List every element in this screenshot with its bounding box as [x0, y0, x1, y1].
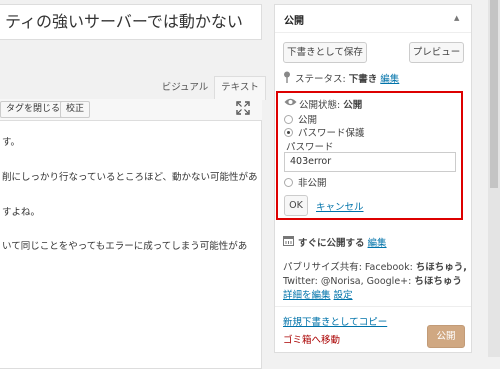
- publish-box-header[interactable]: [275, 5, 471, 33]
- password-label: パスワード: [286, 142, 334, 153]
- status-edit-link[interactable]: 編集: [380, 74, 399, 85]
- publicize-line-2: Twitter: @Norisa, Google+: ちほちゅう: [283, 273, 462, 287]
- divider: [275, 306, 471, 307]
- eye-icon: [284, 97, 297, 107]
- publicize-links: 詳細を編集 設定: [283, 287, 353, 301]
- visibility-label: 公開状態:: [299, 100, 341, 111]
- status-value: 下書き: [348, 74, 378, 85]
- publish-button[interactable]: 公開: [427, 325, 465, 348]
- editor-line: すよね。: [2, 207, 41, 218]
- save-draft-button[interactable]: 下書きとして保存: [283, 42, 367, 63]
- publicize-text: パブリサイズ共有: Facebook:: [283, 262, 416, 273]
- visibility-value: 公開: [343, 100, 363, 111]
- tab-text[interactable]: テキスト: [214, 76, 266, 100]
- copy-draft-link[interactable]: 新規下書きとしてコピー: [283, 314, 387, 328]
- post-title-input[interactable]: ティの強いサーバーでは動かない: [0, 4, 262, 40]
- schedule-edit-link[interactable]: 編集: [368, 238, 387, 249]
- radio-password[interactable]: パスワード保護: [284, 125, 365, 139]
- editor-textarea[interactable]: [0, 99, 262, 369]
- publicize-line-1: パブリサイズ共有: Facebook: ちほちゅう,: [283, 259, 467, 273]
- edit-details-link[interactable]: 詳細を編集: [283, 290, 331, 301]
- settings-link[interactable]: 設定: [334, 290, 353, 301]
- collapse-arrow-icon[interactable]: ▲: [454, 14, 459, 22]
- trash-link[interactable]: ゴミ箱へ移動: [283, 332, 340, 346]
- radio-label: パスワード保護: [298, 128, 365, 139]
- preview-button[interactable]: プレビュー: [409, 42, 464, 63]
- status-label: ステータス:: [295, 74, 346, 85]
- pin-icon: [283, 71, 291, 83]
- cancel-link[interactable]: キャンセル: [316, 199, 364, 213]
- publicize-account: ちほちゅう: [414, 276, 462, 287]
- radio-label: 非公開: [298, 178, 327, 189]
- tab-visual[interactable]: ビジュアル: [158, 78, 212, 98]
- radio-private[interactable]: 非公開: [284, 175, 327, 189]
- schedule-row: すぐに公開する 編集: [298, 235, 387, 249]
- editor-line: 削にしっかり行なっているところほど、動かない可能性があ: [2, 172, 258, 183]
- proofread-button[interactable]: 校正: [60, 101, 91, 118]
- publicize-text: Twitter: @Norisa, Google+:: [283, 276, 415, 287]
- schedule-label: すぐに公開する: [298, 238, 365, 249]
- radio-button[interactable]: [284, 178, 293, 187]
- publicize-account: ちほちゅう,: [415, 262, 467, 273]
- calendar-icon: [283, 235, 294, 246]
- editor-line: す。: [2, 137, 21, 148]
- radio-button[interactable]: [284, 115, 293, 124]
- radio-button[interactable]: [284, 128, 293, 137]
- status-row: ステータス: 下書き 編集: [295, 71, 399, 85]
- editor-line: いて同じことをやってもエラーに成ってしまう可能性があ: [2, 241, 248, 252]
- close-tags-button[interactable]: タグを閉じる: [0, 101, 67, 118]
- fullscreen-icon[interactable]: [236, 101, 250, 115]
- visibility-row: 公開状態: 公開: [299, 97, 362, 111]
- ok-button[interactable]: OK: [284, 195, 308, 216]
- radio-public[interactable]: 公開: [284, 112, 317, 126]
- scrollbar-thumb[interactable]: [490, 0, 498, 188]
- password-input[interactable]: 403error: [284, 152, 456, 172]
- publish-box-title: 公開: [284, 16, 304, 27]
